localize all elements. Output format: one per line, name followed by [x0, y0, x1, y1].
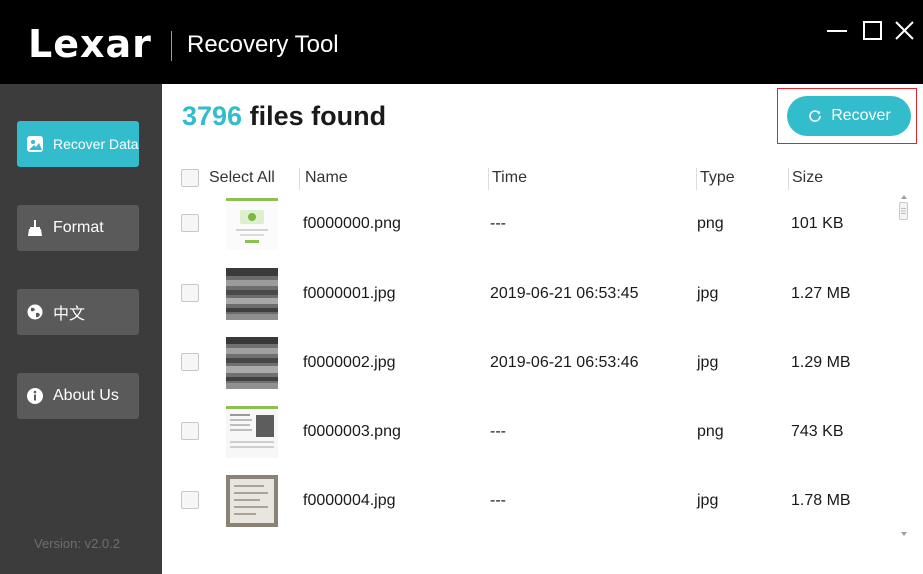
- column-divider: [488, 168, 489, 190]
- file-thumbnail: [226, 268, 278, 320]
- recovery-tool-window: Lexar Recovery Tool Recover Data Format …: [0, 0, 923, 574]
- file-type: png: [697, 215, 724, 232]
- file-type: jpg: [697, 354, 719, 371]
- files-count: 3796: [182, 101, 243, 131]
- file-row[interactable]: f0000002.jpg 2019-06-21 06:53:46 jpg 1.2…: [176, 337, 892, 406]
- file-name: f0000000.png: [303, 215, 401, 232]
- sidebar: Recover Data Format 中文 About Us Version:…: [0, 84, 162, 574]
- file-name: f0000003.png: [303, 423, 401, 440]
- maximize-button[interactable]: [860, 16, 886, 44]
- version-label: Version: v2.0.2: [34, 536, 120, 551]
- files-found-heading: 3796 files found: [182, 100, 386, 132]
- info-icon: [26, 387, 44, 405]
- sidebar-item-label: 中文: [53, 306, 86, 323]
- globe-icon: [26, 303, 44, 321]
- file-thumbnail: [226, 337, 278, 389]
- column-header-time[interactable]: Time: [492, 168, 527, 190]
- file-thumbnail: [226, 475, 278, 527]
- grip-icon: [901, 208, 906, 214]
- file-type: jpg: [697, 285, 719, 302]
- minimize-icon: [827, 30, 847, 32]
- file-name: f0000002.jpg: [303, 354, 396, 371]
- title-bar: Lexar Recovery Tool: [0, 0, 923, 84]
- files-count-label: files found: [242, 101, 387, 131]
- sidebar-item-recover-data[interactable]: Recover Data: [17, 121, 139, 167]
- sidebar-item-label: About Us: [53, 387, 119, 404]
- column-divider: [299, 168, 300, 190]
- column-header-size[interactable]: Size: [792, 168, 823, 190]
- close-icon: [895, 21, 914, 40]
- sidebar-item-label: Recover Data: [53, 136, 139, 152]
- maximize-icon: [863, 21, 882, 40]
- file-size: 743 KB: [791, 423, 844, 440]
- file-name: f0000001.jpg: [303, 285, 396, 302]
- refresh-icon: [809, 110, 822, 122]
- file-size: 1.29 MB: [791, 354, 851, 371]
- row-checkbox[interactable]: [181, 214, 199, 232]
- file-type: png: [697, 423, 724, 440]
- file-time: 2019-06-21 06:53:46: [490, 354, 639, 371]
- column-divider: [696, 168, 697, 190]
- file-row[interactable]: f0000001.jpg 2019-06-21 06:53:45 jpg 1.2…: [176, 268, 892, 337]
- scroll-up-icon[interactable]: [896, 192, 912, 202]
- file-time: ---: [490, 492, 506, 509]
- file-size: 1.78 MB: [791, 492, 851, 509]
- app-title: Recovery Tool: [187, 31, 339, 58]
- recover-button-label: Recover: [831, 107, 891, 124]
- file-size: 1.27 MB: [791, 285, 851, 302]
- file-row[interactable]: f0000000.png --- png 101 KB: [176, 198, 892, 267]
- file-thumbnail: [226, 406, 278, 458]
- minimize-button[interactable]: [824, 16, 850, 44]
- file-size: 101 KB: [791, 215, 844, 232]
- title-divider: [171, 31, 172, 61]
- scrollbar-thumb[interactable]: [899, 202, 908, 220]
- file-row[interactable]: f0000004.jpg --- jpg 1.78 MB: [176, 475, 892, 544]
- close-button[interactable]: [892, 16, 918, 44]
- sidebar-item-about-us[interactable]: About Us: [17, 373, 139, 419]
- file-type: jpg: [697, 492, 719, 509]
- column-header-name[interactable]: Name: [305, 168, 348, 190]
- recover-data-icon: [26, 135, 44, 153]
- file-thumbnail: [226, 198, 278, 250]
- file-name: f0000004.jpg: [303, 492, 396, 509]
- broom-icon: [26, 219, 44, 237]
- file-list-scrollbar[interactable]: [896, 192, 912, 544]
- row-checkbox[interactable]: [181, 284, 199, 302]
- brand-logo: Lexar: [28, 22, 152, 66]
- file-time: 2019-06-21 06:53:45: [490, 285, 639, 302]
- scroll-down-icon[interactable]: [896, 529, 912, 539]
- select-all-label: Select All: [209, 169, 275, 186]
- sidebar-item-format[interactable]: Format: [17, 205, 139, 251]
- file-time: ---: [490, 423, 506, 440]
- sidebar-item-language[interactable]: 中文: [17, 289, 139, 335]
- file-row[interactable]: f0000003.png --- png 743 KB: [176, 406, 892, 475]
- sidebar-item-label: Format: [53, 219, 104, 236]
- row-checkbox[interactable]: [181, 353, 199, 371]
- recover-button[interactable]: Recover: [787, 96, 911, 136]
- column-header-type[interactable]: Type: [700, 168, 735, 190]
- file-time: ---: [490, 215, 506, 232]
- row-checkbox[interactable]: [181, 491, 199, 509]
- row-checkbox[interactable]: [181, 422, 199, 440]
- select-all-checkbox[interactable]: [181, 169, 199, 187]
- column-divider: [788, 168, 789, 190]
